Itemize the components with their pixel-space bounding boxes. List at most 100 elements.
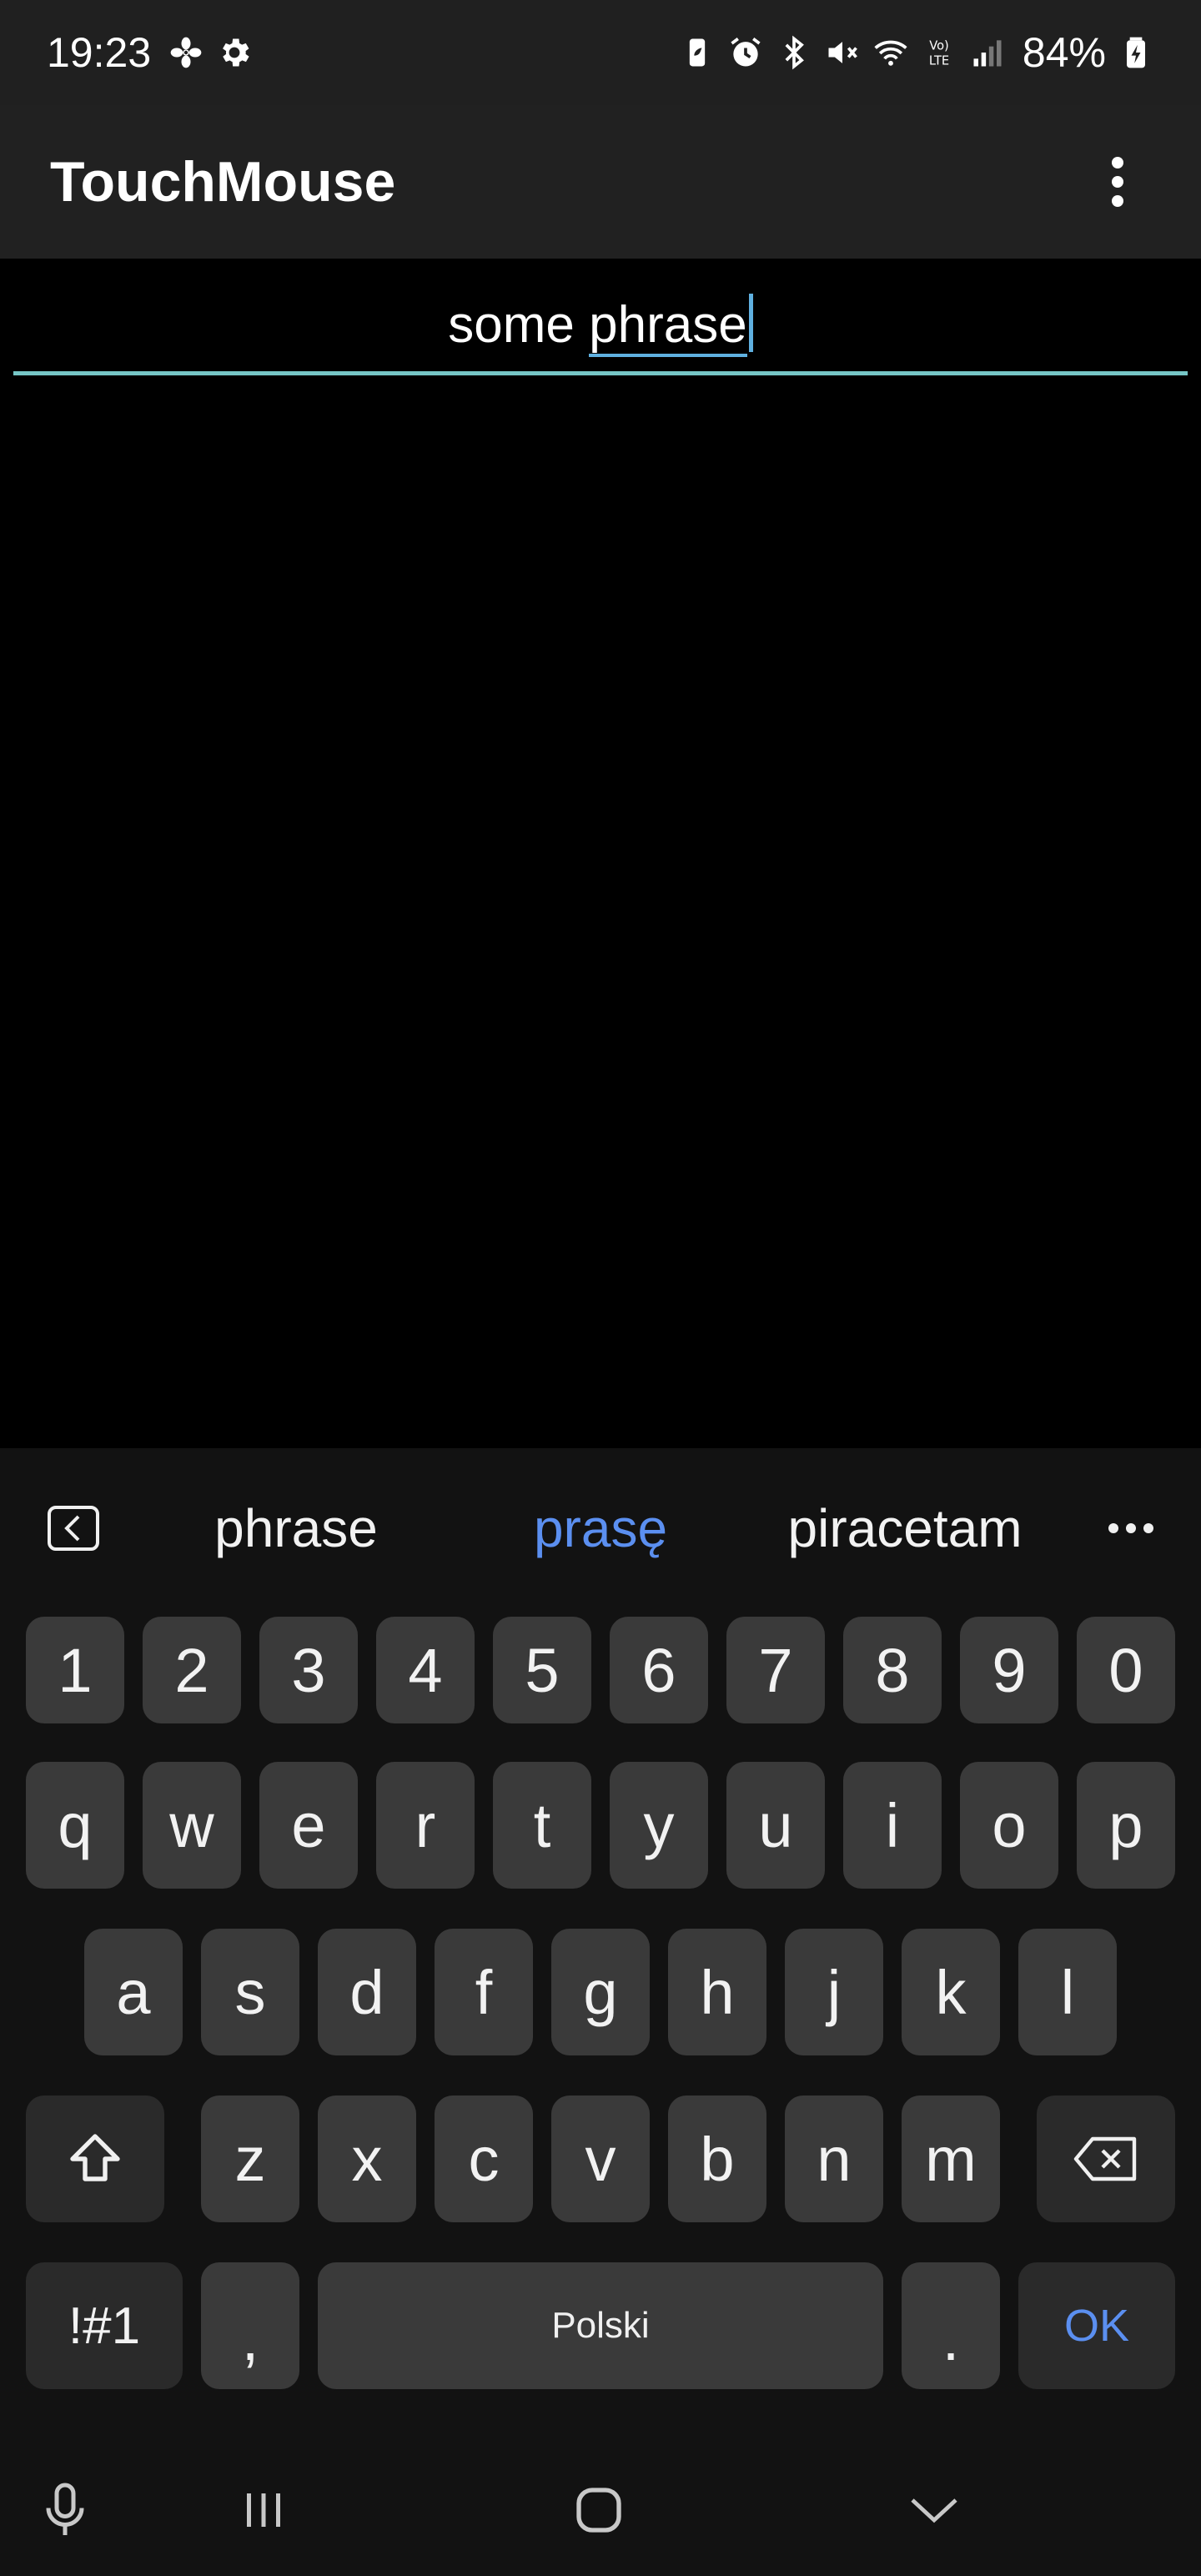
space-label: Polski (551, 2305, 650, 2346)
key-v[interactable]: v (551, 2096, 650, 2222)
battery-saver-icon (679, 34, 716, 71)
key-z[interactable]: z (201, 2096, 299, 2222)
composing-word: phrase (589, 296, 747, 357)
key-p[interactable]: p (1077, 1762, 1175, 1889)
key-label: g (583, 1957, 618, 2027)
text-input-field[interactable]: some phrase (13, 275, 1188, 375)
key-7[interactable]: 7 (726, 1617, 825, 1723)
microphone-icon[interactable] (23, 2473, 107, 2548)
key-label: b (700, 2124, 735, 2194)
key-label: 7 (758, 1635, 793, 1705)
recent-apps-icon[interactable] (222, 2473, 305, 2548)
ok-label: OK (1063, 2301, 1130, 2351)
suggestion-3[interactable]: piracetam (767, 1495, 1043, 1562)
key-0[interactable]: 0 (1077, 1617, 1175, 1723)
battery-charging-icon (1118, 34, 1154, 71)
key-label: 2 (174, 1635, 209, 1705)
key-h[interactable]: h (668, 1929, 766, 2055)
backspace-icon (1073, 2136, 1137, 2181)
mute-icon (824, 34, 861, 71)
suggestion-bar: phrase prasę piracetam (0, 1448, 1201, 1598)
key-label: 1 (58, 1635, 93, 1705)
key-n[interactable]: n (785, 2096, 883, 2222)
key-label: 0 (1108, 1635, 1143, 1705)
key-label: c (468, 2124, 500, 2194)
key-u[interactable]: u (726, 1762, 825, 1889)
key-i[interactable]: i (843, 1762, 942, 1889)
key-r[interactable]: r (376, 1762, 475, 1889)
key-label: q (58, 1790, 93, 1860)
suggestion-1[interactable]: phrase (167, 1495, 425, 1562)
svg-text:Vo): Vo) (929, 38, 949, 53)
key-w[interactable]: w (143, 1762, 241, 1889)
fan-icon (168, 34, 204, 71)
key-label: 6 (641, 1635, 676, 1705)
key-b[interactable]: b (668, 2096, 766, 2222)
key-label: m (925, 2124, 977, 2194)
backspace-key[interactable] (1037, 2096, 1175, 2222)
key-s[interactable]: s (201, 1929, 299, 2055)
key-j[interactable]: j (785, 1929, 883, 2055)
key-k[interactable]: k (902, 1929, 1000, 2055)
key-label: l (1060, 1957, 1075, 2027)
symbols-key[interactable]: !#1 (26, 2262, 183, 2389)
key-3[interactable]: 3 (259, 1617, 358, 1723)
key-label: n (817, 2124, 852, 2194)
status-time: 19:23 (47, 29, 152, 76)
signal-icon (969, 34, 1006, 71)
key-label: y (643, 1790, 675, 1860)
key-m[interactable]: m (902, 2096, 1000, 2222)
soft-keyboard: phrase prasę piracetam 1 2 3 4 5 6 7 8 9… (0, 1448, 1201, 2444)
period-key[interactable]: . (902, 2262, 1000, 2389)
app-title: TouchMouse (50, 150, 396, 214)
key-f[interactable]: f (435, 1929, 533, 2055)
key-c[interactable]: c (435, 2096, 533, 2222)
key-label: z (234, 2124, 266, 2194)
key-e[interactable]: e (259, 1762, 358, 1889)
key-label: t (533, 1790, 551, 1860)
collapse-toolbar-icon[interactable] (40, 1495, 107, 1562)
key-8[interactable]: 8 (843, 1617, 942, 1723)
key-label: p (1108, 1790, 1143, 1860)
key-label: j (827, 1957, 842, 2027)
hide-keyboard-icon[interactable] (892, 2473, 976, 2548)
key-label: . (942, 2303, 960, 2373)
shift-icon (70, 2134, 120, 2181)
ok-key[interactable]: OK (1018, 2262, 1175, 2389)
text-input-value[interactable]: some phrase (13, 294, 1188, 357)
key-1[interactable]: 1 (26, 1617, 124, 1723)
more-vert-icon[interactable] (1084, 148, 1151, 215)
key-o[interactable]: o (960, 1762, 1058, 1889)
key-x[interactable]: x (318, 2096, 416, 2222)
key-a[interactable]: a (84, 1929, 183, 2055)
key-label: u (758, 1790, 793, 1860)
settings-gear-icon (216, 34, 253, 71)
bluetooth-icon (776, 34, 812, 71)
key-label: x (351, 2124, 383, 2194)
key-9[interactable]: 9 (960, 1617, 1058, 1723)
key-4[interactable]: 4 (376, 1617, 475, 1723)
suggestion-2[interactable]: prasę (471, 1495, 730, 1562)
key-g[interactable]: g (551, 1929, 650, 2055)
wifi-icon (872, 34, 909, 71)
key-6[interactable]: 6 (610, 1617, 708, 1723)
key-2[interactable]: 2 (143, 1617, 241, 1723)
key-label: 4 (408, 1635, 443, 1705)
key-l[interactable]: l (1018, 1929, 1117, 2055)
status-bar: 19:23 Vo) LTE 84% (0, 0, 1201, 105)
shift-key[interactable] (26, 2096, 164, 2222)
navigation-bar (0, 2444, 1201, 2576)
key-label: o (992, 1790, 1027, 1860)
key-label: f (475, 1957, 493, 2027)
key-5[interactable]: 5 (493, 1617, 591, 1723)
alarm-icon (727, 34, 764, 71)
key-y[interactable]: y (610, 1762, 708, 1889)
key-q[interactable]: q (26, 1762, 124, 1889)
key-label: 8 (875, 1635, 910, 1705)
home-icon[interactable] (557, 2473, 641, 2548)
key-d[interactable]: d (318, 1929, 416, 2055)
more-horiz-icon[interactable] (1098, 1495, 1164, 1562)
key-t[interactable]: t (493, 1762, 591, 1889)
space-key[interactable]: Polski (318, 2262, 883, 2389)
comma-key[interactable]: , (201, 2262, 299, 2389)
